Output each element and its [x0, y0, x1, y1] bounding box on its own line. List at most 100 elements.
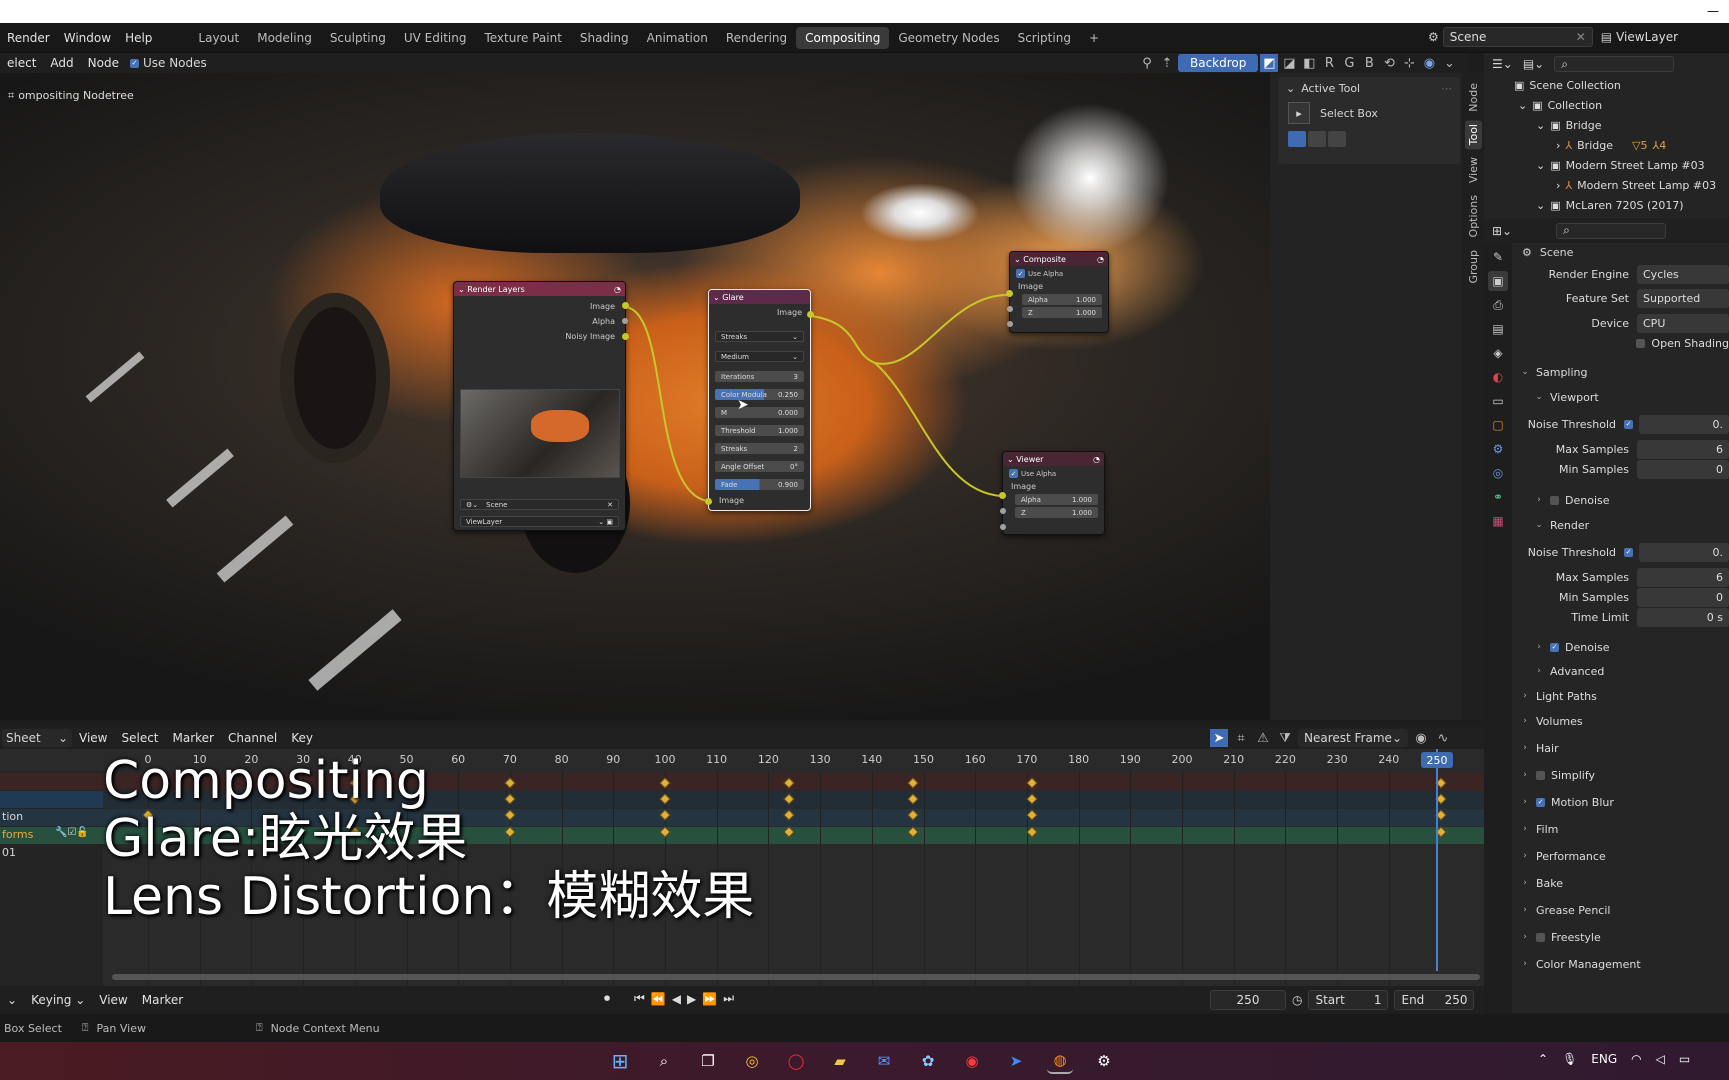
- keyframe[interactable]: [783, 826, 795, 838]
- current-frame-field[interactable]: 250: [1210, 990, 1286, 1010]
- viewlayer-name[interactable]: ViewLayer: [1616, 30, 1678, 44]
- select-box-tool[interactable]: ▸ Select Box: [1278, 99, 1460, 127]
- chevron-right-icon[interactable]: ›: [1556, 179, 1560, 192]
- view-layer-tab-icon[interactable]: ▤: [1488, 319, 1508, 339]
- outliner-item[interactable]: ⌄ ▣ Collection: [1484, 95, 1729, 115]
- keyframe[interactable]: [907, 793, 919, 805]
- section-film[interactable]: › Film: [1520, 817, 1729, 841]
- checkbox-icon[interactable]: ✓: [1536, 797, 1545, 807]
- menu-view[interactable]: View: [72, 728, 114, 748]
- tab-animation[interactable]: Animation: [638, 27, 717, 49]
- channel-b[interactable]: B: [1360, 54, 1378, 72]
- tab-group[interactable]: Group: [1465, 246, 1482, 288]
- mail-icon[interactable]: ✉: [871, 1048, 897, 1074]
- viewlayer-dropdown[interactable]: ViewLayer ⌄ ▣: [460, 516, 619, 527]
- start-frame-field[interactable]: Start 1: [1308, 990, 1389, 1010]
- use-nodes-toggle[interactable]: ✓ Use Nodes: [129, 56, 207, 70]
- socket-image[interactable]: [622, 302, 629, 309]
- channel-r[interactable]: R: [1320, 54, 1338, 72]
- feature-set-dropdown[interactable]: Supported: [1637, 288, 1729, 308]
- select-new-icon[interactable]: [1288, 131, 1306, 147]
- socket-input-image[interactable]: [705, 498, 712, 505]
- language-indicator[interactable]: ENG: [1591, 1052, 1617, 1066]
- fade-slider[interactable]: Fade 0.900: [715, 479, 804, 490]
- backdrop-button[interactable]: Backdrop: [1178, 54, 1259, 72]
- outliner-item[interactable]: ⌄ ▣ McLaren 720S (2017): [1484, 195, 1729, 215]
- menu-add[interactable]: Add: [43, 53, 80, 73]
- physics-tab-icon[interactable]: ◎: [1488, 463, 1508, 483]
- socket-input-image[interactable]: [1006, 290, 1013, 297]
- active-tool-header[interactable]: ⌄ Active Tool ⋯: [1278, 77, 1460, 99]
- color-alpha-icon[interactable]: ◧: [1300, 54, 1318, 72]
- keyframe[interactable]: [1026, 777, 1038, 789]
- task-view-icon[interactable]: ❐: [695, 1048, 721, 1074]
- streaks-field[interactable]: Streaks 2: [715, 443, 804, 454]
- section-sampling[interactable]: ⌄ Sampling: [1520, 360, 1729, 384]
- chevron-up-icon[interactable]: ⌃: [1538, 1052, 1548, 1066]
- render-icon[interactable]: ◔: [1093, 455, 1100, 464]
- chevron-down-icon[interactable]: ⌄: [1014, 255, 1021, 264]
- checkbox-icon[interactable]: ✓: [1009, 469, 1018, 478]
- keyframe[interactable]: [783, 777, 795, 789]
- warning-icon[interactable]: ⚠: [1254, 729, 1272, 747]
- socket-z[interactable]: [1000, 524, 1006, 530]
- node-editor-backdrop[interactable]: ⌗ ompositing Nodetree ⌄ Render Layers ◔ Im…: [0, 73, 1270, 720]
- menu-window[interactable]: Window: [57, 23, 118, 53]
- threshold-field[interactable]: Threshold 1.000: [715, 425, 804, 436]
- menu-marker[interactable]: Marker: [166, 728, 221, 748]
- tab-uv-editing[interactable]: UV Editing: [395, 27, 476, 49]
- max-samples-field[interactable]: 6: [1637, 567, 1729, 587]
- clock-icon[interactable]: ◷: [1292, 993, 1302, 1007]
- tab-texture-paint[interactable]: Texture Paint: [475, 27, 570, 49]
- socket-output-image[interactable]: [807, 311, 814, 318]
- tab-rendering[interactable]: Rendering: [717, 27, 796, 49]
- scene-field[interactable]: ⚙⌄ Scene ✕: [460, 499, 619, 510]
- menu-channel[interactable]: Channel: [221, 728, 284, 748]
- outliner-item[interactable]: › ⅄ Modern Street Lamp #03: [1484, 175, 1729, 195]
- socket-alpha[interactable]: [622, 318, 628, 324]
- menu-marker[interactable]: Marker: [135, 986, 190, 1014]
- jump-start-icon[interactable]: ⏮: [634, 991, 645, 1006]
- playhead-frame[interactable]: 250: [1421, 752, 1453, 768]
- checkbox-icon[interactable]: ✓: [1624, 419, 1633, 429]
- render-tab-icon[interactable]: ▣: [1488, 271, 1508, 291]
- composite-node[interactable]: ⌄ Composite ◔ ✓ Use Alpha Image Alpha 1.000…: [1006, 251, 1109, 333]
- z-field[interactable]: Z 1.000: [1015, 507, 1098, 518]
- tab-options[interactable]: Options: [1465, 191, 1482, 241]
- socket-alpha[interactable]: [1000, 508, 1006, 514]
- keyframe[interactable]: [1026, 809, 1038, 821]
- volume-icon[interactable]: ◁: [1656, 1052, 1665, 1066]
- close-icon[interactable]: ✕: [607, 501, 613, 509]
- keyframe[interactable]: [783, 809, 795, 821]
- quality-dropdown[interactable]: Medium ⌄: [715, 351, 804, 362]
- editor-type-icon[interactable]: ☰⌄: [1492, 57, 1513, 71]
- mode-dropdown[interactable]: Sheet ⌄: [2, 729, 72, 747]
- section-grease-pencil[interactable]: › Grease Pencil: [1520, 898, 1729, 922]
- section-advanced[interactable]: › Advanced: [1534, 659, 1729, 683]
- select-icon[interactable]: ➤: [1210, 729, 1228, 747]
- keying-menu[interactable]: Keying ⌄: [24, 986, 92, 1014]
- section-color-management[interactable]: › Color Management: [1520, 952, 1729, 976]
- tab-compositing[interactable]: Compositing: [796, 26, 890, 49]
- checkbox-icon[interactable]: [1536, 770, 1545, 780]
- playhead-line[interactable]: [1436, 749, 1438, 971]
- world-tab-icon[interactable]: ◐: [1488, 367, 1508, 387]
- section-volumes[interactable]: › Volumes: [1520, 709, 1729, 733]
- render-icon[interactable]: ◔: [1097, 255, 1104, 264]
- chevron-down-icon[interactable]: ⌄: [1286, 82, 1295, 95]
- section-r-denoise[interactable]: › ✓ Denoise: [1534, 635, 1729, 659]
- chevron-down-icon[interactable]: ⌄: [1536, 159, 1545, 172]
- use-alpha-checkbox[interactable]: ✓ Use Alpha: [1009, 469, 1098, 478]
- color-modulation-slider[interactable]: Color Modula 0.250: [715, 389, 804, 400]
- link-icon[interactable]: ⟲: [1380, 54, 1398, 72]
- keyframe[interactable]: [783, 793, 795, 805]
- tab-tool[interactable]: Tool: [1464, 119, 1482, 150]
- menu-render[interactable]: Render: [0, 23, 57, 53]
- device-dropdown[interactable]: CPU: [1637, 313, 1729, 333]
- glare-node[interactable]: ⌄ Glare Image Streaks ⌄ Medium ⌄ Iteration…: [705, 289, 814, 511]
- proportional-icon[interactable]: ◉: [1412, 729, 1430, 747]
- alpha-field[interactable]: Alpha 1.000: [1015, 494, 1098, 505]
- time-limit-field[interactable]: 0 s: [1637, 607, 1729, 627]
- z-field[interactable]: Z 1.000: [1022, 307, 1102, 318]
- scene-tab-icon[interactable]: ◈: [1488, 343, 1508, 363]
